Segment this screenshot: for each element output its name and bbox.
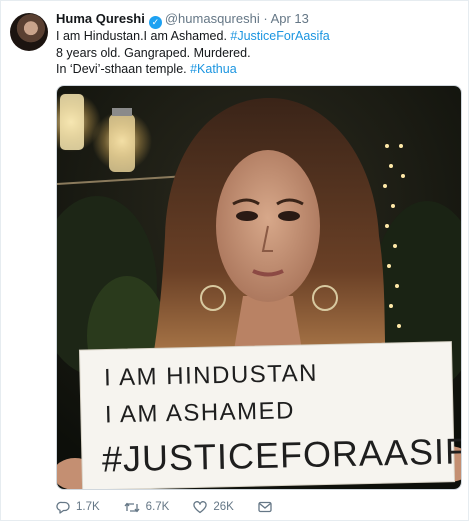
like-icon <box>193 500 207 513</box>
meta-separator: · <box>263 11 268 26</box>
retweet-icon <box>124 502 140 512</box>
tweet-line-1: I am Hindustan.I am Ashamed. #JusticeFor… <box>56 28 458 45</box>
reply-icon <box>56 501 70 514</box>
tweet-card: Huma Qureshi ✓ @humasqureshi · Apr 13 I am… <box>0 0 469 521</box>
tweet-photo[interactable]: I AM HINDUSTAN I AM ASHAMED #JUSTICEFORA… <box>56 85 462 490</box>
like-button[interactable]: 26K <box>193 500 234 514</box>
retweet-button[interactable]: 6.7K <box>124 501 170 514</box>
direct-message-button[interactable] <box>258 501 278 513</box>
hashtag-kathua[interactable]: #Kathua <box>190 62 237 76</box>
sign-line-2: I AM ASHAMED <box>105 397 296 428</box>
reply-button[interactable]: 1.7K <box>56 501 100 514</box>
retweet-count: 6.7K <box>145 501 170 513</box>
tweet-actions: 1.7K 6.7K 26K <box>56 496 458 518</box>
photo-illustration: I AM HINDUSTAN I AM ASHAMED #JUSTICEFORA… <box>57 86 462 489</box>
handwritten-sign: I AM HINDUSTAN I AM ASHAMED #JUSTICEFORA… <box>78 341 462 489</box>
tweet-line-1-text: I am Hindustan.I am Ashamed. <box>56 29 231 43</box>
author-name[interactable]: Huma Qureshi <box>56 11 145 26</box>
like-count: 26K <box>213 501 234 513</box>
tweet-line-3-text: In ‘Devi’-sthaan temple. <box>56 62 191 76</box>
tweet-line-3: In ‘Devi’-sthaan temple. #Kathua <box>56 61 458 78</box>
reply-count: 1.7K <box>76 501 100 513</box>
sign-line-3: #JUSTICEFORAASIF <box>101 430 462 479</box>
tweet-text: I am Hindustan.I am Ashamed. #JusticeFor… <box>56 28 458 78</box>
hashtag-justiceforaasifa[interactable]: #JusticeForAasifa <box>230 29 329 43</box>
message-icon <box>258 501 272 513</box>
tweet-date[interactable]: Apr 13 <box>271 11 309 26</box>
tweet-line-2: 8 years old. Gangraped. Murdered. <box>56 45 251 60</box>
sign-line-1: I AM HINDUSTAN <box>104 360 318 392</box>
tweet-header: Huma Qureshi ✓ @humasqureshi · Apr 13 <box>56 10 458 29</box>
avatar[interactable] <box>10 13 48 51</box>
author-handle[interactable]: @humasqureshi <box>165 11 260 26</box>
